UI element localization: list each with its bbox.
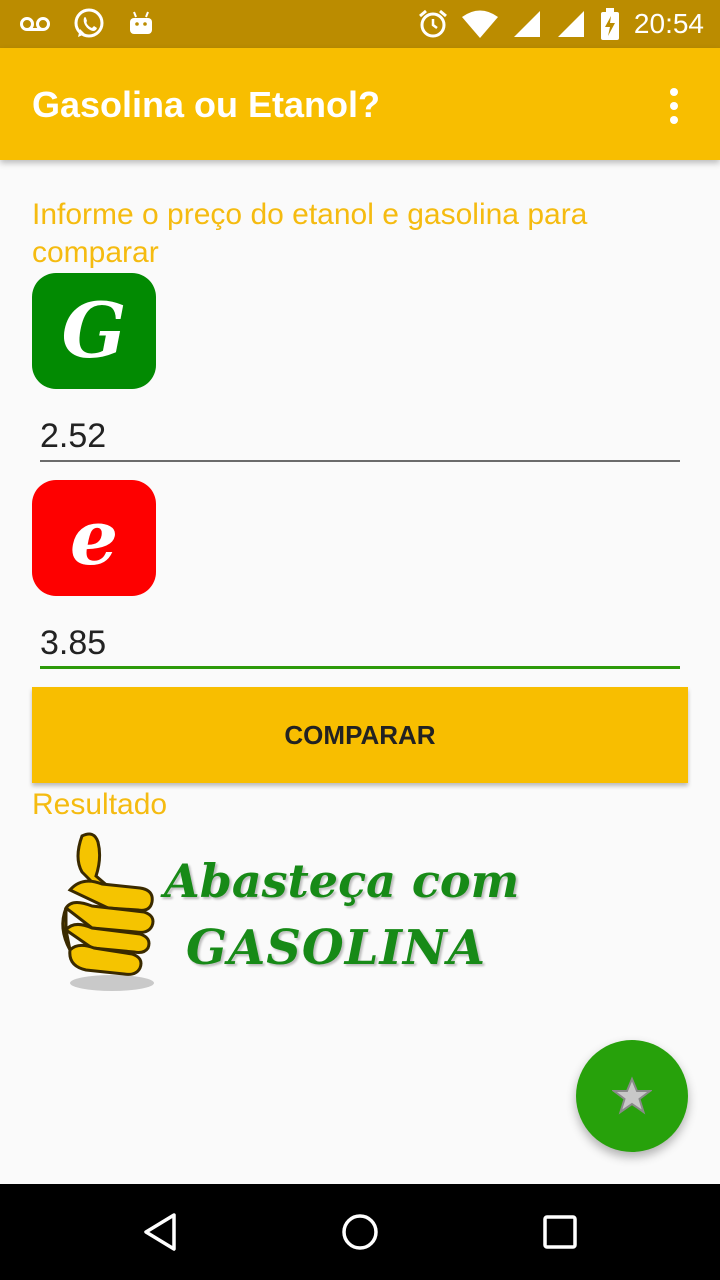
ethanol-icon: e [32,480,156,596]
overflow-dot [670,88,678,96]
instruction-text: Informe o preço do etanol e gasolina par… [32,198,588,269]
status-bar-system: 20:54 [418,6,704,42]
star-icon [612,1076,652,1115]
back-icon [144,1213,176,1251]
home-button[interactable] [336,1208,384,1256]
app-bar: Gasolina ou Etanol? [0,48,720,160]
ethanol-icon-letter: e [69,493,119,582]
back-button[interactable] [136,1208,184,1256]
gasoline-price-input[interactable]: 2.52 [40,410,680,462]
compare-button[interactable]: COMPARAR [32,687,688,783]
thumbs-up-icon [61,832,155,991]
result-label: Resultado [32,788,168,821]
voicemail-icon [20,17,50,31]
gasoline-icon-letter: G [61,286,127,375]
status-clock: 20:54 [633,8,704,39]
result-image-line2: GASOLINA [186,920,487,976]
battery-charging-icon [600,8,619,40]
favorite-fab[interactable] [576,1040,688,1152]
signal-icon [513,11,540,37]
whatsapp-icon [74,8,104,38]
status-bar: 20:54 [0,0,720,48]
overflow-menu-icon[interactable] [658,86,690,126]
ethanol-price-input[interactable]: 3.85 [40,617,680,669]
result-image-line1: Abasteça com [164,854,520,908]
alarm-icon [418,9,447,38]
overflow-dot [670,116,678,124]
home-icon [342,1214,378,1250]
android-icon [130,11,152,34]
recents-button[interactable] [536,1208,584,1256]
wifi-icon [461,10,498,38]
app-title: Gasolina ou Etanol? [32,84,381,125]
signal-icon [557,11,584,37]
result-image: Abasteça com GASOLINA [52,828,542,998]
gasoline-icon: G [32,273,156,389]
recents-icon [543,1215,577,1249]
navigation-bar [0,1184,720,1280]
overflow-dot [670,102,678,110]
status-bar-notifications [20,6,154,42]
